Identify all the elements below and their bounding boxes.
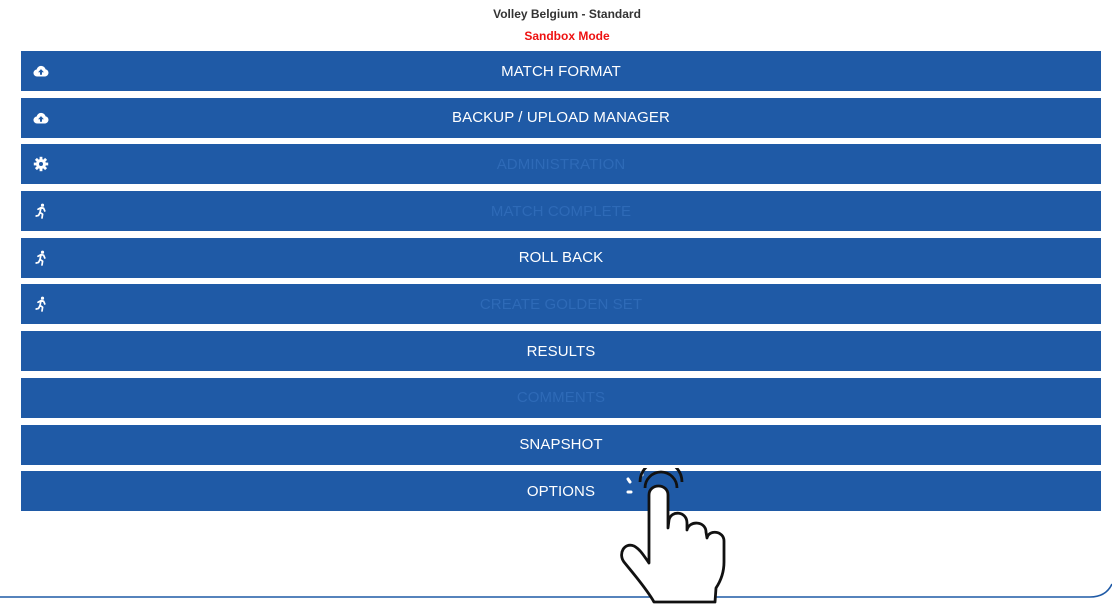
backup-upload-manager-button[interactable]: BACKUP / UPLOAD MANAGER: [21, 97, 1101, 138]
menu-item-label: ROLL BACK: [518, 249, 604, 267]
menu-item-label: OPTIONS: [526, 482, 596, 500]
options-button[interactable]: OPTIONS: [21, 471, 1101, 512]
page: Volley Belgium - Standard Sandbox Mode M…: [0, 0, 1112, 611]
create-golden-set-button[interactable]: CREATE GOLDEN SET: [21, 284, 1101, 325]
app-title: Volley Belgium - Standard: [493, 7, 641, 21]
administration-button[interactable]: ADMINISTRATION: [21, 144, 1101, 185]
menu-item-label: CREATE GOLDEN SET: [479, 295, 643, 313]
menu-item-label: MATCH FORMAT: [501, 62, 621, 80]
gear-icon: [33, 156, 49, 172]
comments-button[interactable]: COMMENTS: [21, 377, 1101, 418]
menu-item-label: RESULTS: [526, 342, 596, 360]
running-person-icon: [33, 250, 49, 266]
sandbox-mode-label: Sandbox Mode: [524, 29, 610, 43]
roll-back-button[interactable]: ROLL BACK: [21, 237, 1101, 278]
running-person-icon: [33, 203, 49, 219]
menu-item-label: MATCH COMPLETE: [490, 202, 632, 220]
cloud-upload-icon: [33, 110, 49, 126]
menu-item-label: ADMINISTRATION: [496, 155, 626, 173]
running-person-icon: [33, 296, 49, 313]
match-format-button[interactable]: MATCH FORMAT: [21, 51, 1101, 91]
main-menu: MATCH FORMAT BACKUP / UPLOAD MANAGER ADM…: [21, 51, 1101, 518]
menu-item-label: SNAPSHOT: [519, 436, 603, 453]
menu-item-label: BACKUP / UPLOAD MANAGER: [452, 109, 670, 127]
cloud-upload-icon: [33, 63, 49, 79]
menu-item-label: COMMENTS: [516, 389, 606, 407]
snapshot-button[interactable]: SNAPSHOT: [21, 424, 1101, 465]
results-button[interactable]: RESULTS: [21, 331, 1101, 372]
match-complete-button[interactable]: MATCH COMPLETE: [21, 191, 1101, 232]
